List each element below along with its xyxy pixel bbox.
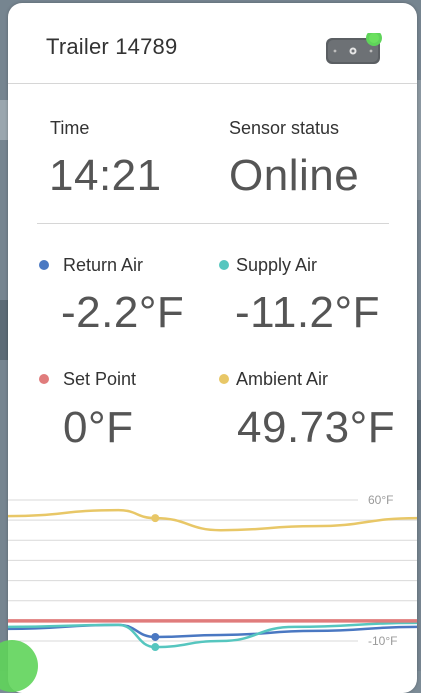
ambient-air-value: 49.73°F <box>237 403 396 452</box>
highlight-point <box>151 514 160 523</box>
highlight-point <box>151 632 160 641</box>
ambient-air-dot-icon <box>219 374 229 384</box>
ambient-air-label: Ambient Air <box>236 369 329 389</box>
y-tick-label: -10°F <box>368 634 397 648</box>
sensor-device-icon[interactable] <box>325 33 383 65</box>
temperature-chart[interactable]: 60°F -10°F <box>8 488 417 678</box>
sensor-status-value: Online <box>229 151 360 200</box>
highlight-point <box>151 643 160 652</box>
time-value: 14:21 <box>49 151 162 200</box>
y-tick-label: 60°F <box>368 493 393 507</box>
supply-air-label: Supply Air <box>236 255 318 275</box>
trailer-title: Trailer 14789 <box>46 34 178 59</box>
time-label: Time <box>50 118 90 138</box>
set-point-label: Set Point <box>63 369 137 389</box>
set-point-value: 0°F <box>63 403 134 452</box>
return-air-value: -2.2°F <box>61 288 185 337</box>
return-air-dot-icon <box>39 260 49 270</box>
return-air-label: Return Air <box>63 255 144 275</box>
supply-air-value: -11.2°F <box>235 288 380 337</box>
trailer-card: Trailer 14789 Time 14:21 Sensor status O… <box>8 3 417 693</box>
supply-air-dot-icon <box>219 260 229 270</box>
section-divider <box>37 223 389 224</box>
card-header: Trailer 14789 <box>8 3 417 84</box>
set-point-dot-icon <box>39 374 49 384</box>
sensor-status-label: Sensor status <box>229 118 340 138</box>
